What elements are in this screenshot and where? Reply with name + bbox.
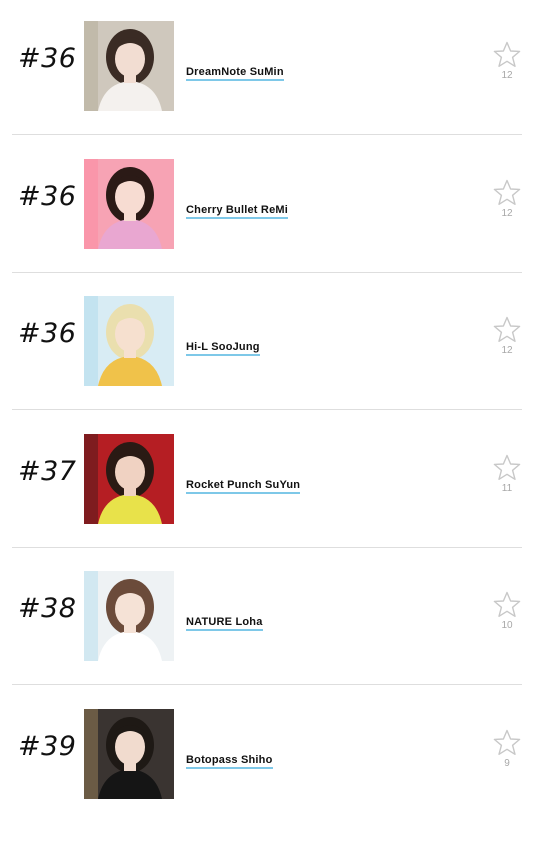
rank-number: #38 xyxy=(18,593,77,624)
star-outline-icon[interactable] xyxy=(493,179,521,206)
idol-photo[interactable] xyxy=(84,21,174,111)
ranking-row: #39 Botopass Shiho 9 xyxy=(0,709,535,847)
vote-area: 9 xyxy=(492,729,522,769)
idol-photo[interactable] xyxy=(84,571,174,661)
rank-number: #39 xyxy=(18,731,77,762)
vote-count: 12 xyxy=(501,208,513,219)
row-divider xyxy=(12,547,522,548)
idol-photo[interactable] xyxy=(84,159,174,249)
star-outline-icon[interactable] xyxy=(493,591,521,618)
row-divider xyxy=(12,684,522,685)
rank-number: #37 xyxy=(18,456,77,487)
idol-name-link[interactable]: Rocket Punch SuYun xyxy=(186,479,301,494)
ranking-row: #36 DreamNote SuMin 12 xyxy=(0,21,535,159)
vote-count: 10 xyxy=(501,620,513,631)
vote-count: 9 xyxy=(504,758,510,769)
row-divider xyxy=(12,134,522,135)
star-outline-icon[interactable] xyxy=(493,41,521,68)
ranking-row: #36 Cherry Bullet ReMi 12 xyxy=(0,159,535,297)
idol-name-link[interactable]: Hi-L SooJung xyxy=(186,341,260,356)
idol-name-link[interactable]: NATURE Loha xyxy=(186,616,263,631)
vote-area: 10 xyxy=(492,591,522,631)
vote-area: 11 xyxy=(492,454,522,494)
vote-count: 11 xyxy=(501,483,513,494)
ranking-row: #38 NATURE Loha 10 xyxy=(0,571,535,709)
star-outline-icon[interactable] xyxy=(493,454,521,481)
idol-name-link[interactable]: Botopass Shiho xyxy=(186,754,273,769)
star-outline-icon[interactable] xyxy=(493,316,521,343)
rank-number: #36 xyxy=(18,181,77,212)
idol-name-link[interactable]: DreamNote SuMin xyxy=(186,66,284,81)
vote-count: 12 xyxy=(501,345,513,356)
rank-number: #36 xyxy=(18,318,77,349)
idol-name-link[interactable]: Cherry Bullet ReMi xyxy=(186,204,289,219)
vote-count: 12 xyxy=(501,70,513,81)
idol-photo[interactable] xyxy=(84,434,174,524)
idol-photo[interactable] xyxy=(84,709,174,799)
row-divider xyxy=(12,409,522,410)
ranking-row: #36 Hi-L SooJung 12 xyxy=(0,296,535,434)
vote-area: 12 xyxy=(492,41,522,81)
rank-number: #36 xyxy=(18,43,77,74)
row-divider xyxy=(12,272,522,273)
idol-photo[interactable] xyxy=(84,296,174,386)
ranking-row: #37 Rocket Punch SuYun 11 xyxy=(0,434,535,572)
vote-area: 12 xyxy=(492,316,522,356)
star-outline-icon[interactable] xyxy=(493,729,521,756)
vote-area: 12 xyxy=(492,179,522,219)
